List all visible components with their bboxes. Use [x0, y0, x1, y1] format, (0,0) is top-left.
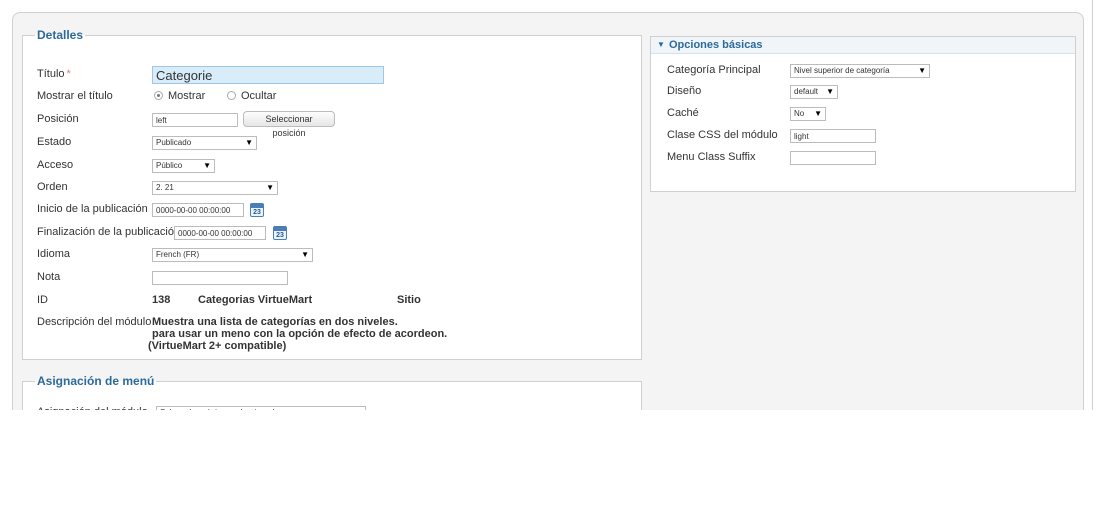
publish-end-input[interactable] — [174, 226, 266, 240]
parent-category-value: Nivel superior de categoría — [794, 66, 890, 75]
css-class-input[interactable] — [790, 129, 876, 143]
description-line-2: para usar un meno con la opción de efect… — [152, 328, 448, 340]
position-label: Posición — [37, 113, 79, 125]
state-select[interactable]: Publicado ▼ — [152, 136, 257, 150]
chevron-down-icon: ▼ — [826, 87, 834, 96]
description-label: Descripción del módulo — [37, 316, 152, 328]
title-label: Título * — [37, 68, 71, 80]
calendar-icon[interactable]: 23 — [273, 226, 287, 240]
order-value: 2. 21 — [156, 183, 174, 192]
chevron-down-icon: ▼ — [203, 161, 211, 170]
language-value: French (FR) — [156, 250, 200, 259]
menu-assignment-legend: Asignación de menú — [37, 374, 155, 388]
state-label: Estado — [37, 136, 72, 148]
basic-options-panel: ▼ Opciones básicas Categoría Principal N… — [650, 36, 1076, 192]
language-select[interactable]: French (FR) ▼ — [152, 248, 313, 262]
parent-category-select[interactable]: Nivel superior de categoría ▼ — [790, 64, 930, 78]
show-option-label: Mostrar — [168, 90, 206, 102]
calendar-icon[interactable]: 23 — [250, 203, 264, 217]
parent-category-label: Categoría Principal — [667, 64, 761, 76]
description-line-1: Muestra una lista de categorías en dos n… — [152, 316, 398, 328]
state-value: Publicado — [156, 138, 192, 147]
chevron-down-icon: ▼ — [301, 250, 309, 259]
note-label: Nota — [37, 271, 61, 283]
position-input[interactable] — [152, 113, 238, 127]
access-select[interactable]: Público ▼ — [152, 159, 215, 173]
menu-class-suffix-input[interactable] — [790, 151, 876, 165]
chevron-down-icon: ▼ — [245, 138, 253, 147]
id-value: 138 — [152, 294, 171, 306]
access-value: Público — [156, 161, 183, 170]
select-position-button[interactable]: Seleccionar posición — [243, 111, 335, 138]
details-panel: Detalles Título* Mostrar el título Mostr… — [22, 28, 642, 360]
layout-value: default — [794, 87, 819, 96]
show-title-label: Mostrar el título — [37, 90, 113, 102]
cache-select[interactable]: No ▼ — [790, 107, 826, 121]
note-input[interactable] — [152, 271, 288, 285]
module-name: Categorias VirtueMart — [198, 294, 313, 306]
details-legend: Detalles — [37, 28, 84, 42]
publish-start-input[interactable] — [152, 203, 244, 217]
required-mark: * — [66, 68, 71, 80]
title-input[interactable] — [152, 66, 384, 84]
publish-end-label: Finalización de la publicación — [37, 226, 181, 238]
css-class-label: Clase CSS del módulo — [667, 129, 778, 141]
collapse-arrow-icon: ▼ — [657, 40, 665, 49]
module-client: Sitio — [397, 294, 421, 306]
id-label: ID — [37, 294, 48, 306]
layout-select[interactable]: default ▼ — [790, 85, 838, 99]
chevron-down-icon: ▼ — [918, 66, 926, 75]
basic-options-header[interactable]: ▼ Opciones básicas — [651, 37, 1075, 54]
layout-label: Diseño — [667, 85, 702, 97]
blank-area — [0, 410, 1100, 509]
chevron-down-icon: ▼ — [266, 183, 274, 192]
menu-class-suffix-label: Menu Class Suffix — [667, 151, 756, 163]
vertical-scrollbar[interactable] — [1092, 0, 1093, 410]
cache-label: Caché — [667, 107, 699, 119]
cache-value: No — [794, 109, 805, 118]
show-radio[interactable] — [154, 91, 163, 100]
order-label: Orden — [37, 181, 68, 193]
order-select[interactable]: 2. 21 ▼ — [152, 181, 278, 195]
hide-option-label: Ocultar — [241, 90, 277, 102]
publish-start-label: Inicio de la publicación — [37, 203, 148, 215]
description-line-3: (VirtueMart 2+ compatible) — [148, 340, 287, 352]
basic-options-title: Opciones básicas — [669, 39, 763, 51]
chevron-down-icon: ▼ — [814, 109, 822, 118]
hide-radio[interactable] — [227, 91, 236, 100]
language-label: Idioma — [37, 248, 71, 260]
access-label: Acceso — [37, 159, 74, 171]
